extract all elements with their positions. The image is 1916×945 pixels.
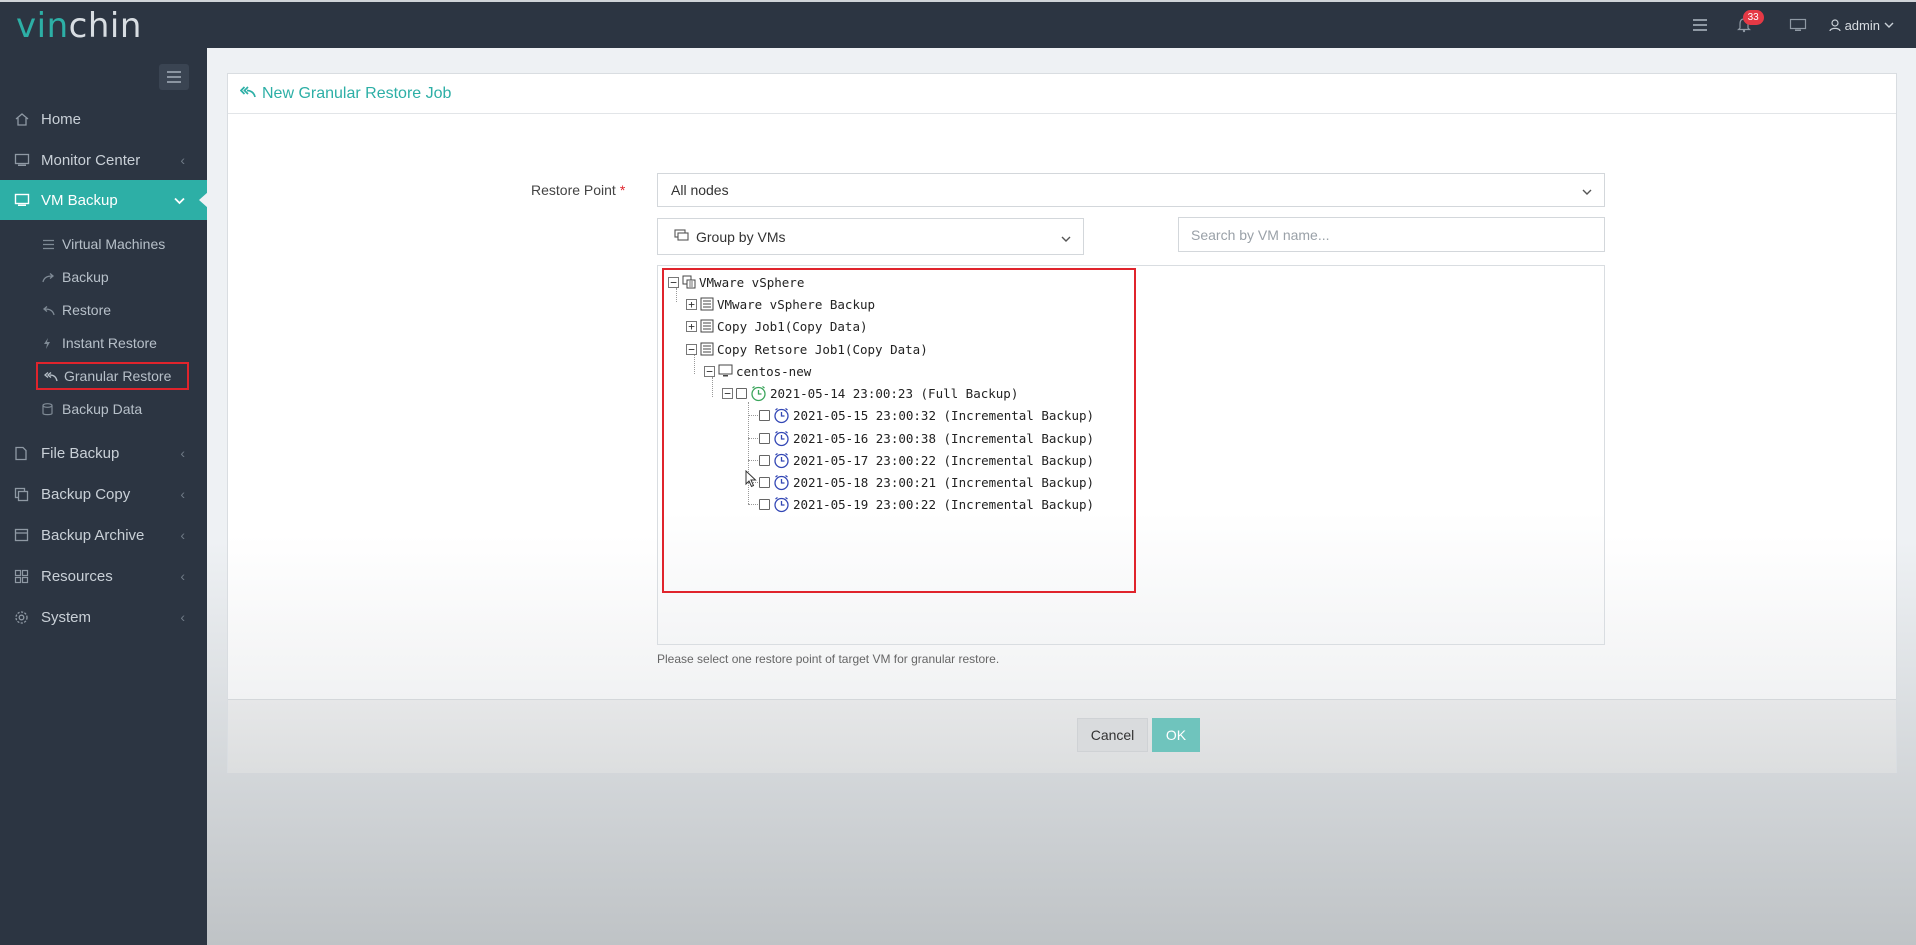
chevron-down-icon <box>1582 183 1592 199</box>
chevron-down-icon <box>174 192 185 208</box>
hint-text: Please select one restore point of targe… <box>657 652 1000 666</box>
sidebar-toggle-button[interactable] <box>159 64 189 90</box>
gear-icon <box>14 610 34 625</box>
sidebar-item-label: System <box>41 608 92 626</box>
home-icon <box>14 112 34 127</box>
chevron-left-icon: ‹ <box>180 609 185 625</box>
sidebar-item-system[interactable]: System ‹ <box>0 597 207 637</box>
sidebar-subitem-label: Granular Restore <box>64 368 172 384</box>
tree-highlight-box <box>662 268 1136 593</box>
sidebar-item-label: Resources <box>41 567 113 585</box>
monitor-icon <box>14 153 34 167</box>
sidebar-item-label: Home <box>41 110 82 128</box>
page-title: New Granular Restore Job <box>262 84 452 102</box>
sidebar-item-backup-copy[interactable]: Backup Copy ‹ <box>0 474 207 514</box>
copy-icon <box>14 487 34 502</box>
chevron-left-icon: ‹ <box>180 445 185 461</box>
vinchin-logo[interactable]: vinchin <box>16 6 142 46</box>
logo-text-vin: vin <box>16 6 69 46</box>
sidebar-item-monitor-center[interactable]: Monitor Center ‹ <box>0 140 207 180</box>
group-by-select-value: Group by VMs <box>696 228 786 245</box>
panel-header: New Granular Restore Job <box>228 74 1896 114</box>
username: admin <box>1844 17 1880 33</box>
user-icon <box>1828 18 1841 31</box>
user-menu[interactable]: admin <box>1828 17 1894 33</box>
chevron-left-icon: ‹ <box>180 568 185 584</box>
group-icon <box>674 228 690 245</box>
sidebar-subitem-label: Restore <box>62 302 112 318</box>
sidebar-item-label: Backup Copy <box>41 485 131 503</box>
chevron-down-icon <box>1884 22 1894 28</box>
chevron-left-icon: ‹ <box>180 486 185 502</box>
logo-text-chin: chin <box>68 6 142 46</box>
sidebar-subitem-virtual-machines[interactable]: Virtual Machines <box>36 230 186 258</box>
restore-point-label-text: Restore Point <box>531 182 616 198</box>
sidebar-subitem-backup-data[interactable]: Backup Data <box>36 395 186 423</box>
share-icon <box>42 272 60 283</box>
sidebar-item-vm-backup[interactable]: VM Backup <box>0 180 208 220</box>
mouse-cursor-icon <box>745 469 757 491</box>
screen-icon[interactable] <box>1785 12 1811 38</box>
sidebar-item-label: Backup Archive <box>41 526 145 544</box>
task-list-icon[interactable] <box>1687 12 1713 38</box>
sidebar-item-resources[interactable]: Resources ‹ <box>0 556 207 596</box>
reply-all-icon <box>239 85 256 103</box>
group-by-select[interactable]: Group by VMs <box>657 218 1084 255</box>
sidebar-item-label: Monitor Center <box>41 151 141 169</box>
panel-footer <box>228 699 1896 773</box>
nodes-select[interactable]: All nodes <box>657 173 1605 207</box>
resources-icon <box>14 569 34 584</box>
sidebar-subitem-backup[interactable]: Backup <box>36 263 186 291</box>
reply-all-icon <box>44 371 62 382</box>
sidebar-subitem-label: Instant Restore <box>62 335 157 351</box>
sidebar-subitem-label: Virtual Machines <box>62 236 166 252</box>
sidebar-subitem-granular-restore[interactable]: Granular Restore <box>36 362 189 390</box>
sidebar-subitem-label: Backup Data <box>62 401 143 417</box>
required-mark: * <box>619 182 626 198</box>
sidebar-item-file-backup[interactable]: File Backup ‹ <box>0 433 207 473</box>
sidebar-item-backup-archive[interactable]: Backup Archive ‹ <box>0 515 207 555</box>
reply-icon <box>42 305 60 316</box>
restore-point-label: Restore Point * <box>531 182 625 198</box>
chevron-left-icon: ‹ <box>180 152 185 168</box>
ok-button[interactable]: OK <box>1152 718 1200 752</box>
list-icon <box>42 239 60 250</box>
sidebar-subitem-restore[interactable]: Restore <box>36 296 186 324</box>
notification-badge: 33 <box>1742 10 1764 25</box>
vm-search-input[interactable] <box>1178 217 1605 252</box>
nodes-select-value: All nodes <box>671 182 729 198</box>
sidebar-item-label: VM Backup <box>41 191 118 209</box>
top-bar: vinchin 33 admin <box>0 0 1916 48</box>
sidebar-subitem-instant-restore[interactable]: Instant Restore <box>36 329 186 357</box>
sidebar-item-home[interactable]: Home <box>0 99 207 139</box>
vm-icon <box>14 193 34 207</box>
database-icon <box>42 402 60 416</box>
chevron-left-icon: ‹ <box>180 527 185 543</box>
chevron-down-icon <box>1061 230 1071 246</box>
sidebar-subitem-label: Backup <box>62 269 109 285</box>
cancel-button[interactable]: Cancel <box>1077 718 1148 752</box>
bell-icon[interactable]: 33 <box>1731 10 1764 38</box>
sidebar-item-label: File Backup <box>41 444 120 462</box>
archive-icon <box>14 528 34 542</box>
file-icon <box>14 446 34 461</box>
bolt-icon <box>42 337 60 350</box>
top-icons: 33 admin <box>1687 2 1916 48</box>
